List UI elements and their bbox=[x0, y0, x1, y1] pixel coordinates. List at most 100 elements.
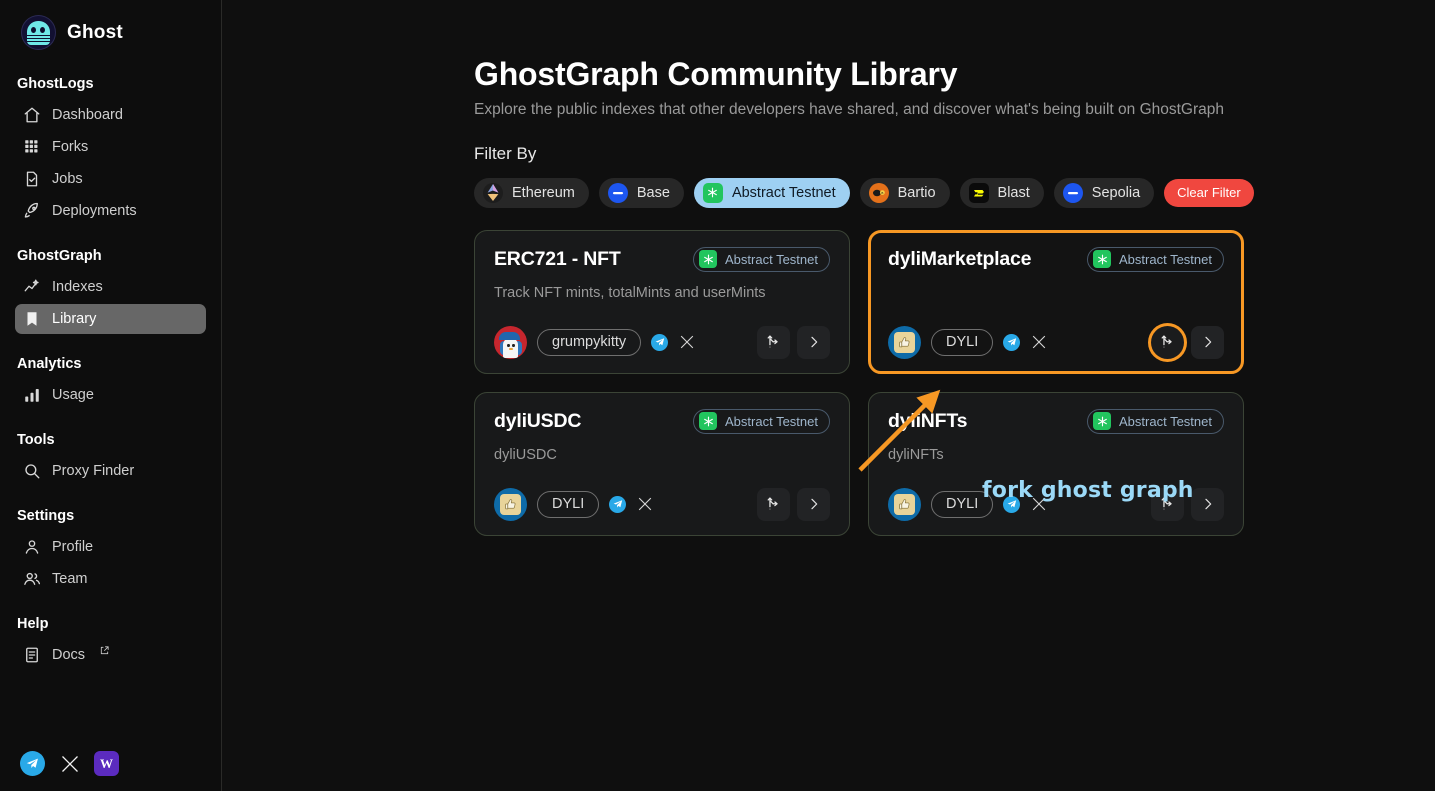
x-twitter-icon[interactable] bbox=[636, 496, 653, 513]
library-card[interactable]: dyliUSDC Abstract Testnet dyliUSDC DYLI bbox=[474, 392, 850, 536]
user-icon bbox=[22, 538, 41, 557]
telegram-icon[interactable] bbox=[1003, 496, 1020, 513]
card-owner-name[interactable]: grumpykitty bbox=[537, 329, 641, 356]
blast-icon bbox=[969, 183, 989, 203]
sidebar-item-library[interactable]: Library bbox=[15, 304, 206, 334]
sidebar-item-profile[interactable]: Profile bbox=[15, 532, 206, 562]
sidebar-socials: W bbox=[20, 751, 119, 776]
card-actions bbox=[1151, 326, 1224, 359]
fork-button[interactable] bbox=[757, 488, 790, 521]
external-link-icon bbox=[99, 644, 110, 660]
sidebar-item-deployments[interactable]: Deployments bbox=[15, 196, 206, 226]
thumbs-up-icon bbox=[894, 494, 915, 515]
sidebar-item-dashboard[interactable]: Dashboard bbox=[15, 100, 206, 130]
grumpykitty-avatar bbox=[494, 326, 527, 359]
card-owner-name[interactable]: DYLI bbox=[537, 491, 599, 518]
network-badge-label: Abstract Testnet bbox=[1119, 252, 1212, 267]
telegram-icon[interactable] bbox=[609, 496, 626, 513]
sidebar-item-usage[interactable]: Usage bbox=[15, 380, 206, 410]
rocket-icon bbox=[22, 202, 41, 221]
sidebar-item-docs[interactable]: Docs bbox=[15, 640, 206, 670]
filter-chip-label: Blast bbox=[998, 185, 1030, 201]
bookmark-icon bbox=[22, 310, 41, 329]
sidebar-item-proxy-finder[interactable]: Proxy Finder bbox=[15, 456, 206, 486]
network-badge: Abstract Testnet bbox=[693, 409, 830, 434]
abstract-icon bbox=[699, 412, 717, 430]
fork-button[interactable] bbox=[757, 326, 790, 359]
sidebar-item-forks[interactable]: Forks bbox=[15, 132, 206, 162]
card-owner-name[interactable]: DYLI bbox=[931, 491, 993, 518]
home-icon bbox=[22, 106, 41, 125]
sidebar-item-label: Indexes bbox=[52, 279, 103, 295]
x-twitter-icon[interactable] bbox=[1030, 496, 1047, 513]
ethereum-icon bbox=[483, 183, 503, 203]
network-badge: Abstract Testnet bbox=[1087, 409, 1224, 434]
telegram-icon[interactable] bbox=[20, 751, 45, 776]
sidebar-section-title: GhostLogs bbox=[0, 76, 221, 98]
grid-dots-icon bbox=[22, 138, 41, 157]
telegram-icon[interactable] bbox=[1003, 334, 1020, 351]
warpcast-icon[interactable]: W bbox=[94, 751, 119, 776]
filter-chip-bartio[interactable]: B Bartio bbox=[860, 178, 950, 208]
sparkle-chart-icon bbox=[22, 278, 41, 297]
brand-name: Ghost bbox=[67, 22, 123, 44]
card-header: ERC721 - NFT Abstract Testnet bbox=[494, 247, 830, 272]
sidebar-section-title: Help bbox=[0, 616, 221, 638]
library-card[interactable]: dyliMarketplace Abstract Testnet DYLI bbox=[868, 230, 1244, 374]
filter-chip-list: Ethereum Base Abstract Testnet B Bartio Blast… bbox=[474, 178, 1435, 208]
library-card-grid: ERC721 - NFT Abstract Testnet Track NFT … bbox=[474, 230, 1435, 536]
telegram-icon[interactable] bbox=[651, 334, 668, 351]
sidebar-item-label: Docs bbox=[52, 647, 85, 663]
sidebar-section-title: Tools bbox=[0, 432, 221, 454]
card-footer: DYLI bbox=[494, 488, 830, 521]
sidebar-item-label: Deployments bbox=[52, 203, 137, 219]
network-badge-label: Abstract Testnet bbox=[1119, 414, 1212, 429]
fork-button[interactable] bbox=[1151, 326, 1184, 359]
sidebar-item-jobs[interactable]: Jobs bbox=[15, 164, 206, 194]
x-twitter-icon[interactable] bbox=[57, 751, 82, 776]
content: GhostGraph Community Library Explore the… bbox=[222, 56, 1435, 536]
filter-chip-blast[interactable]: Blast bbox=[960, 178, 1044, 208]
library-card[interactable]: ERC721 - NFT Abstract Testnet Track NFT … bbox=[474, 230, 850, 374]
base-icon bbox=[608, 183, 628, 203]
open-card-button[interactable] bbox=[797, 488, 830, 521]
main-area: GhostGraph Community Library Explore the… bbox=[222, 0, 1435, 791]
topbar bbox=[222, 0, 1435, 62]
card-title: dyliNFTs bbox=[888, 410, 967, 433]
open-card-button[interactable] bbox=[1191, 488, 1224, 521]
brand[interactable]: Ghost bbox=[0, 0, 221, 50]
bartio-icon: B bbox=[869, 183, 889, 203]
fork-button[interactable] bbox=[1151, 488, 1184, 521]
sidebar-item-indexes[interactable]: Indexes bbox=[15, 272, 206, 302]
x-twitter-icon[interactable] bbox=[1030, 334, 1047, 351]
sidebar-section-title: Analytics bbox=[0, 356, 221, 378]
thumbs-up-icon bbox=[894, 332, 915, 353]
filter-chip-sepolia[interactable]: Sepolia bbox=[1054, 178, 1154, 208]
sidebar-item-label: Team bbox=[52, 571, 87, 587]
dyli-avatar bbox=[888, 326, 921, 359]
card-title: dyliUSDC bbox=[494, 410, 581, 433]
filter-chip-abstract-testnet[interactable]: Abstract Testnet bbox=[694, 178, 850, 208]
search-icon bbox=[22, 462, 41, 481]
sidebar-item-team[interactable]: Team bbox=[15, 564, 206, 594]
library-card[interactable]: dyliNFTs Abstract Testnet dyliNFTs DYLI bbox=[868, 392, 1244, 536]
sidebar-item-label: Dashboard bbox=[52, 107, 123, 123]
clear-filter-button[interactable]: Clear Filter bbox=[1164, 179, 1254, 207]
card-description: dyliNFTs bbox=[888, 447, 1224, 463]
filter-chip-ethereum[interactable]: Ethereum bbox=[474, 178, 589, 208]
open-card-button[interactable] bbox=[797, 326, 830, 359]
card-owner-name[interactable]: DYLI bbox=[931, 329, 993, 356]
open-card-button[interactable] bbox=[1191, 326, 1224, 359]
sidebar-item-label: Proxy Finder bbox=[52, 463, 134, 479]
x-twitter-icon[interactable] bbox=[678, 334, 695, 351]
network-badge: Abstract Testnet bbox=[1087, 247, 1224, 272]
card-footer: grumpykitty bbox=[494, 326, 830, 359]
sidebar: Ghost GhostLogs Dashboard ForksJobs Deploym… bbox=[0, 0, 222, 791]
thumbs-up-icon bbox=[500, 494, 521, 515]
sidebar-section-title: GhostGraph bbox=[0, 248, 221, 270]
card-actions bbox=[757, 488, 830, 521]
filter-chip-label: Bartio bbox=[898, 185, 936, 201]
dyli-avatar bbox=[888, 488, 921, 521]
filter-label: Filter By bbox=[474, 144, 1435, 164]
filter-chip-base[interactable]: Base bbox=[599, 178, 684, 208]
